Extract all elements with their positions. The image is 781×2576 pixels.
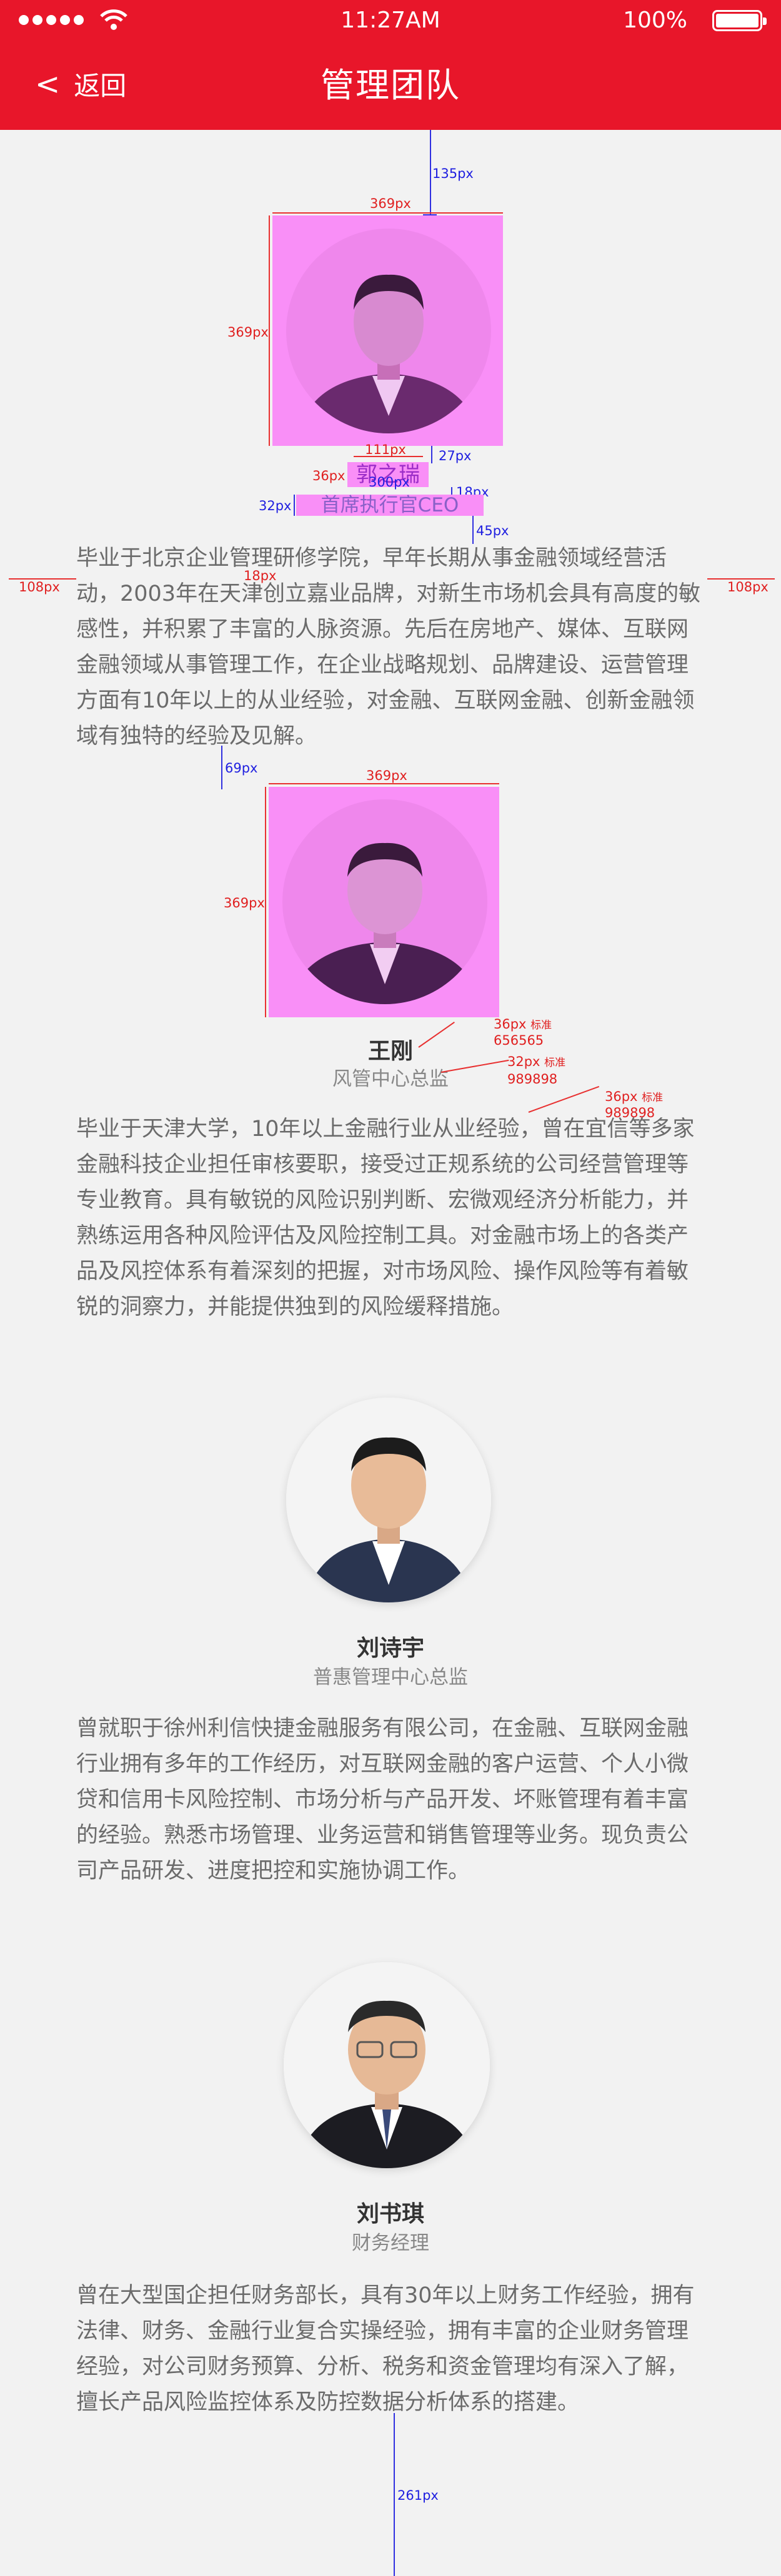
font-size-label: 36px 标准 [605, 1089, 664, 1104]
height-guide [269, 215, 270, 446]
member-bio: 曾在大型国企担任财务部长，具有30年以上财务工作经验，拥有法律、财务、金融行业复… [76, 2283, 695, 2415]
avatar [286, 229, 491, 433]
spacing-label: 69px [225, 761, 258, 776]
spacing-guide [431, 446, 432, 463]
spacing-label: 135px [432, 166, 474, 181]
height-label: 369px [224, 896, 265, 910]
width-label: 300px [369, 475, 410, 490]
width-label: 369px [366, 768, 407, 783]
spacing-guide [294, 495, 295, 516]
person-photo-icon [286, 1398, 491, 1602]
person-photo-icon [299, 274, 479, 433]
color-label: 656565 [494, 1033, 544, 1048]
font-size-label: 36px [312, 468, 346, 483]
height-guide [265, 787, 266, 1017]
member-name: 刘诗宇 [356, 1636, 424, 1661]
spacing-label: 261px [397, 2488, 439, 2503]
member-name: 刘书琪 [356, 2201, 424, 2227]
status-bar: 11:27AM 100% [0, 0, 781, 42]
member-name: 王刚 [367, 1039, 413, 1064]
width-label: 111px [365, 442, 406, 457]
member-bio: 毕业于天津大学，10年以上金融行业从业经验，曾在宜信等多家金融科技企业担任审核要… [76, 1117, 695, 1320]
spacing-guide [430, 130, 431, 215]
member-role: 财务经理 [352, 2232, 429, 2254]
margin-label: 108px [727, 580, 769, 595]
width-label: 369px [370, 196, 411, 211]
font-size-label: 32px [259, 498, 292, 513]
width-guide [272, 212, 503, 214]
member-role: 普惠管理中心总监 [313, 1666, 468, 1689]
color-label: 989898 [507, 1072, 558, 1087]
battery-percentage: 100% [623, 7, 687, 33]
spacing-guide [221, 746, 222, 789]
avatar [284, 1962, 490, 2168]
avatar [286, 1398, 491, 1602]
member-bio: 毕业于北京企业管理研修学院，早年长期从事金融领域经营活动，2003年在天津创立嘉… [76, 546, 701, 749]
spacing-label: 45px [476, 523, 509, 538]
height-label: 369px [227, 325, 269, 340]
member-role: 风管中心总监 [332, 1068, 449, 1090]
person-photo-icon [284, 1962, 490, 2168]
person-photo-icon [289, 842, 481, 1004]
spacing-label: 27px [439, 448, 472, 463]
battery-icon [712, 10, 767, 31]
font-size-label: 36px 标准 [494, 1017, 552, 1032]
app-header: 11:27AM 100% < 返回 管理团队 [0, 0, 781, 130]
page-title: 管理团队 [321, 66, 460, 105]
member-bio: 曾就职于徐州利信快捷金融服务有限公司，在金融、互联网金融行业拥有多年的工作经历，… [76, 1716, 689, 1883]
spacing-guide [394, 2413, 395, 2576]
width-guide [269, 783, 499, 784]
member-role: 首席执行官CEO [296, 495, 484, 516]
avatar [282, 799, 487, 1004]
spacing-guide [472, 516, 474, 544]
font-size-label: 32px 标准 [507, 1054, 566, 1069]
margin-label: 108px [19, 580, 60, 595]
